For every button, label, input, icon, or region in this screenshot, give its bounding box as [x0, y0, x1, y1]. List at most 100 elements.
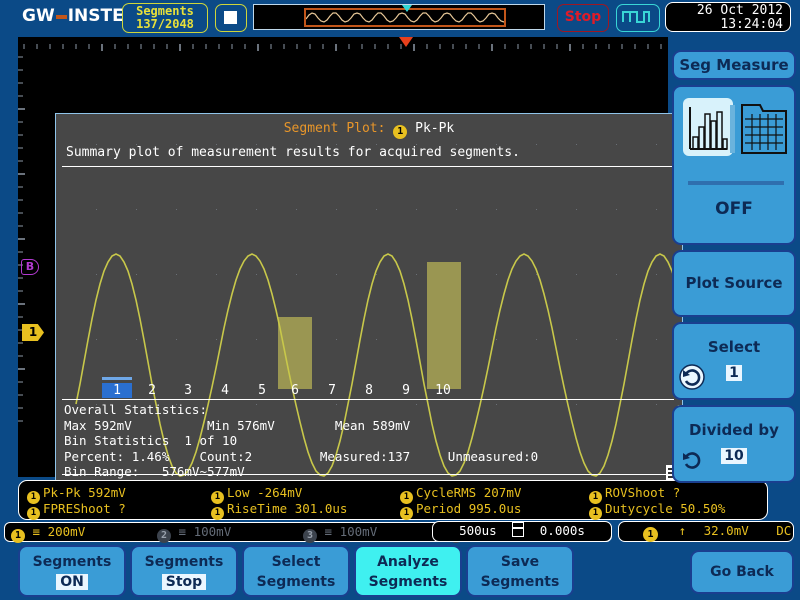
- measurement-fpreshoot[interactable]: 1 FPREShoot ?: [27, 501, 126, 520]
- measurement-period-text: Period: [416, 501, 462, 516]
- trigger-status[interactable]: 1 ↑ 32.0mV DC: [618, 521, 794, 542]
- bin-label-3[interactable]: 3: [176, 383, 200, 398]
- segments-stop-button[interactable]: Segments Stop: [130, 545, 238, 597]
- measurement-low-value: -264mV: [257, 485, 303, 500]
- channel-1-status[interactable]: 1 ≡ 200mV: [11, 524, 85, 543]
- run-stop-status[interactable]: Stop: [557, 4, 609, 32]
- timebase-status[interactable]: 500us 0.000s: [432, 521, 612, 542]
- date-text: 26 Oct 2012: [696, 3, 783, 18]
- bin-label-7[interactable]: 7: [320, 383, 344, 398]
- seg-measure-separator: [688, 181, 784, 185]
- measurement-channel-badge: 1: [400, 507, 413, 520]
- rising-edge-icon: ↑: [678, 523, 687, 538]
- histogram-bar-10: [427, 262, 461, 389]
- plot-source-button[interactable]: Plot Source: [672, 250, 796, 317]
- measurement-cyclerms-value: 207mV: [483, 485, 522, 500]
- save-segments-label-1: Save: [500, 554, 540, 570]
- segments-on-value-wrap: ON: [20, 574, 124, 590]
- measurement-pkpk-value: 592mV: [88, 485, 126, 500]
- divided-by-button[interactable]: Divided by 10: [672, 405, 796, 483]
- divided-by-value: 10: [721, 448, 747, 464]
- analyze-segments-button[interactable]: Analyze Segments: [354, 545, 462, 597]
- channel-3-coupling-icon: ≡: [324, 524, 333, 539]
- channel-1-ground-marker[interactable]: 1: [22, 324, 44, 341]
- segments-on-label: Segments: [32, 554, 112, 570]
- segments-counter[interactable]: Segments 137/2048: [122, 3, 208, 33]
- waveform-grid-area: Segment Plot: 1 Pk-Pk Summary plot of me…: [18, 37, 691, 483]
- measurement-channel-badge: 1: [589, 507, 602, 520]
- timebase-position: 0.000s: [539, 523, 585, 538]
- divided-by-label: Divided by: [689, 421, 779, 439]
- channel-1-scale: 200mV: [47, 524, 86, 539]
- trigger-position-marker-icon: [399, 37, 413, 47]
- analyze-segments-label-1: Analyze: [377, 554, 439, 570]
- statistics-top-divider: [62, 399, 674, 400]
- waveform-overview-icon[interactable]: [253, 4, 545, 30]
- bin-label-5[interactable]: 5: [250, 383, 274, 398]
- segments-stop-value-wrap: Stop: [132, 574, 236, 590]
- side-menu: Seg Measure OFF Plot Source Select 1 Div…: [672, 50, 796, 488]
- horizontal-ruler: [18, 37, 668, 51]
- measurement-period-value: 995.0us: [468, 501, 522, 516]
- bin-label-4[interactable]: 4: [213, 383, 237, 398]
- segments-on-button[interactable]: Segments ON: [18, 545, 126, 597]
- bin-label-6[interactable]: 6: [283, 383, 307, 398]
- stop-square-icon[interactable]: [215, 4, 247, 32]
- measurement-rovshoot-text: ROVShoot: [605, 485, 666, 500]
- square-wave-icon[interactable]: [616, 4, 660, 32]
- measurement-risetime[interactable]: 1 RiseTime 301.0us: [211, 501, 347, 520]
- select-segments-button[interactable]: Select Segments: [242, 545, 350, 597]
- channel-2-scale: 100mV: [193, 524, 232, 539]
- segments-counter-value: 137/2048: [136, 17, 194, 31]
- measurement-dutycycle[interactable]: 1 Dutycycle 50.50%: [589, 501, 725, 520]
- stats-line-5: Bin Range: 576mV~577mV: [64, 464, 245, 479]
- measurement-dutycycle-value: 50.50%: [680, 501, 726, 516]
- brand-logo-mark: [55, 15, 67, 19]
- segment-plot-panel: Segment Plot: 1 Pk-Pk Summary plot of me…: [55, 113, 683, 483]
- side-menu-header: Seg Measure: [672, 50, 796, 80]
- seg-measure-icons: [682, 97, 788, 173]
- channel-1-coupling-icon: ≡: [32, 524, 41, 539]
- measurement-channel-badge: 1: [27, 507, 40, 520]
- statistics-bottom-divider: [62, 474, 674, 475]
- seg-measure-toggle-button[interactable]: OFF: [672, 85, 796, 245]
- memory-icon: [512, 522, 525, 537]
- channel-3-scale: 100mV: [339, 524, 378, 539]
- segments-stop-value: Stop: [161, 574, 207, 590]
- select-segments-label-2: Segments: [256, 574, 336, 590]
- channel-3-status[interactable]: 3 ≡ 100mV: [303, 524, 377, 543]
- measurement-fpreshoot-value: ?: [118, 501, 126, 516]
- trigger-channel-badge: 1: [643, 527, 658, 542]
- bin-label-1[interactable]: 1: [102, 383, 132, 398]
- measurement-period[interactable]: 1 Period 995.0us: [400, 501, 521, 520]
- measurement-cyclerms-text: CycleRMS: [416, 485, 477, 500]
- table-icon: [741, 104, 787, 154]
- bin-label-2[interactable]: 2: [140, 383, 164, 398]
- top-status-bar: GW INSTEK Segments 137/2048 Stop 26 Oct 2…: [0, 0, 800, 33]
- measurement-channel-badge: 1: [211, 507, 224, 520]
- bin-label-8[interactable]: 8: [357, 383, 381, 398]
- datetime-display: 26 Oct 2012 13:24:04: [665, 2, 791, 32]
- measurement-low-text: Low: [227, 485, 250, 500]
- channel-2-status[interactable]: 2 ≡ 100mV: [157, 524, 231, 543]
- channel-2-badge: 2: [157, 529, 171, 543]
- select-bin-button[interactable]: Select 1: [672, 322, 796, 400]
- rotary-knob-icon[interactable]: [679, 447, 705, 473]
- seg-measure-state: OFF: [715, 199, 753, 219]
- stats-line-3: Bin Statistics 1 of 10: [64, 433, 238, 448]
- bin-label-10[interactable]: 10: [427, 383, 459, 398]
- go-back-button[interactable]: Go Back: [690, 550, 794, 594]
- select-segments-label-1: Select: [271, 554, 321, 570]
- select-bin-value: 1: [726, 365, 742, 381]
- save-segments-button[interactable]: Save Segments: [466, 545, 574, 597]
- stats-line-2: Max 592mV Min 576mV Mean 589mV: [64, 417, 411, 433]
- histogram-bar-6: [278, 317, 312, 389]
- bin-label-9[interactable]: 9: [394, 383, 418, 398]
- brand-logo-left: GW: [22, 6, 55, 26]
- stats-line-4: Percent: 1.46% Count:2 Measured:137 Unme…: [64, 448, 539, 464]
- cursor-b-marker[interactable]: B: [21, 259, 39, 275]
- segments-stop-label: Segments: [144, 554, 224, 570]
- zoom-position-marker-icon: [402, 5, 412, 12]
- rotary-knob-icon[interactable]: [679, 364, 705, 390]
- vertical-ruler: [18, 37, 26, 477]
